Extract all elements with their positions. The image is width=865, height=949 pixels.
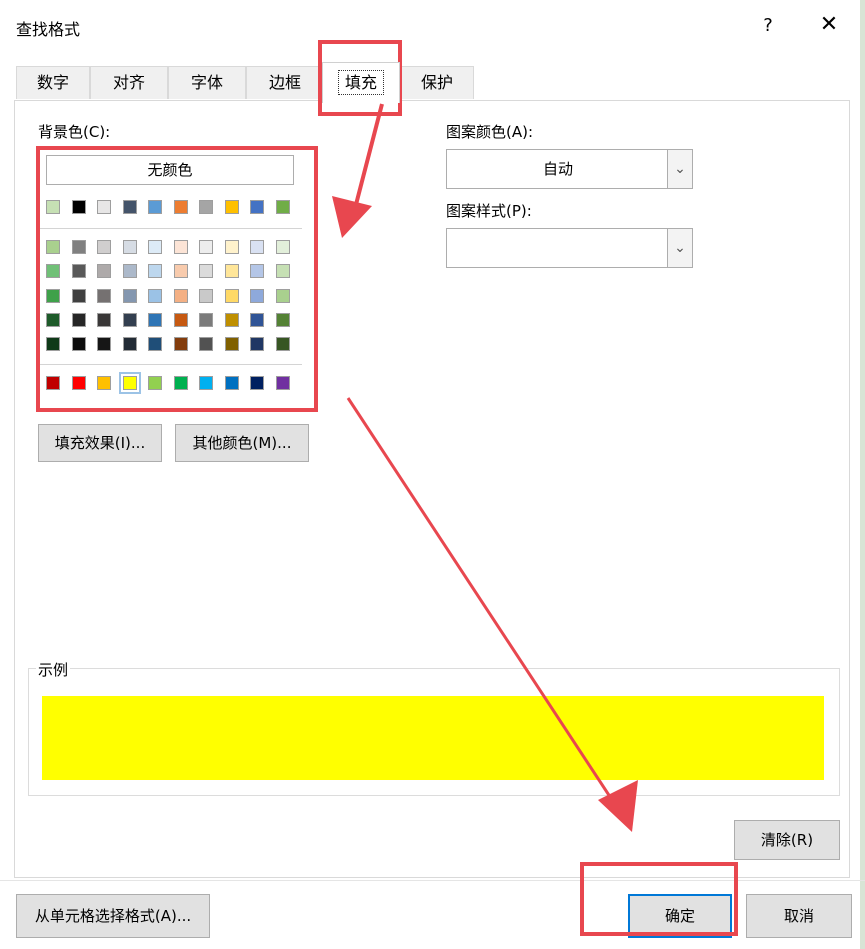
color-swatch[interactable]: [174, 313, 188, 327]
color-swatch[interactable]: [72, 200, 86, 214]
color-swatch[interactable]: [97, 200, 111, 214]
color-swatch[interactable]: [46, 289, 60, 303]
color-swatch[interactable]: [46, 264, 60, 278]
color-swatch[interactable]: [276, 240, 290, 254]
color-swatch[interactable]: [148, 240, 162, 254]
color-swatch[interactable]: [72, 337, 86, 351]
color-swatch[interactable]: [148, 376, 162, 390]
color-swatch[interactable]: [123, 313, 137, 327]
color-swatch[interactable]: [174, 289, 188, 303]
color-swatch[interactable]: [119, 372, 141, 394]
color-swatch[interactable]: [174, 240, 188, 254]
color-swatch[interactable]: [199, 337, 213, 351]
color-swatch[interactable]: [123, 200, 137, 214]
color-swatch[interactable]: [174, 264, 188, 278]
color-swatch[interactable]: [174, 200, 188, 214]
color-swatch[interactable]: [72, 289, 86, 303]
color-swatch[interactable]: [148, 264, 162, 278]
color-swatch[interactable]: [72, 313, 86, 327]
color-swatch[interactable]: [225, 376, 239, 390]
tab-fill[interactable]: 填充: [322, 62, 400, 103]
color-swatch[interactable]: [225, 337, 239, 351]
color-swatch[interactable]: [148, 200, 162, 214]
color-swatch[interactable]: [123, 264, 137, 278]
annotation-arrows: [332, 103, 638, 832]
color-swatch[interactable]: [225, 264, 239, 278]
color-swatch[interactable]: [46, 376, 60, 390]
color-swatch[interactable]: [72, 240, 86, 254]
color-swatch[interactable]: [199, 289, 213, 303]
color-swatch[interactable]: [250, 200, 264, 214]
color-swatch[interactable]: [225, 313, 239, 327]
color-swatch[interactable]: [199, 200, 213, 214]
color-swatch[interactable]: [225, 200, 239, 214]
color-swatch[interactable]: [46, 337, 60, 351]
color-swatch[interactable]: [199, 240, 213, 254]
color-swatch[interactable]: [123, 289, 137, 303]
color-swatch[interactable]: [46, 240, 60, 254]
color-swatch[interactable]: [276, 313, 290, 327]
color-swatch[interactable]: [123, 240, 137, 254]
color-swatch[interactable]: [250, 337, 264, 351]
color-swatch[interactable]: [199, 313, 213, 327]
color-swatch[interactable]: [123, 337, 137, 351]
tab-label: 填充: [337, 70, 384, 95]
color-swatch[interactable]: [199, 264, 213, 278]
color-swatch[interactable]: [276, 337, 290, 351]
color-swatch[interactable]: [250, 264, 264, 278]
color-swatch[interactable]: [225, 240, 239, 254]
color-swatch[interactable]: [46, 313, 60, 327]
color-swatch[interactable]: [97, 337, 111, 351]
arrow-palette-to-ok: [346, 397, 638, 832]
color-swatch[interactable]: [225, 289, 239, 303]
color-swatch[interactable]: [250, 376, 264, 390]
color-swatch[interactable]: [276, 200, 290, 214]
color-swatch[interactable]: [174, 376, 188, 390]
color-swatch[interactable]: [97, 376, 111, 390]
color-swatch[interactable]: [250, 240, 264, 254]
color-swatch[interactable]: [72, 376, 86, 390]
color-swatch[interactable]: [97, 240, 111, 254]
color-swatch[interactable]: [97, 289, 111, 303]
color-swatch[interactable]: [276, 289, 290, 303]
color-swatch[interactable]: [250, 313, 264, 327]
color-swatch[interactable]: [250, 289, 264, 303]
color-swatch[interactable]: [276, 264, 290, 278]
color-swatch[interactable]: [148, 289, 162, 303]
arrow-tab-to-palette: [332, 103, 384, 238]
color-swatch[interactable]: [148, 337, 162, 351]
color-swatch[interactable]: [276, 376, 290, 390]
color-swatch[interactable]: [97, 264, 111, 278]
color-swatch[interactable]: [46, 200, 60, 214]
color-swatch[interactable]: [72, 264, 86, 278]
color-swatch[interactable]: [199, 376, 213, 390]
color-swatch[interactable]: [148, 313, 162, 327]
color-swatch[interactable]: [174, 337, 188, 351]
color-swatch[interactable]: [97, 313, 111, 327]
